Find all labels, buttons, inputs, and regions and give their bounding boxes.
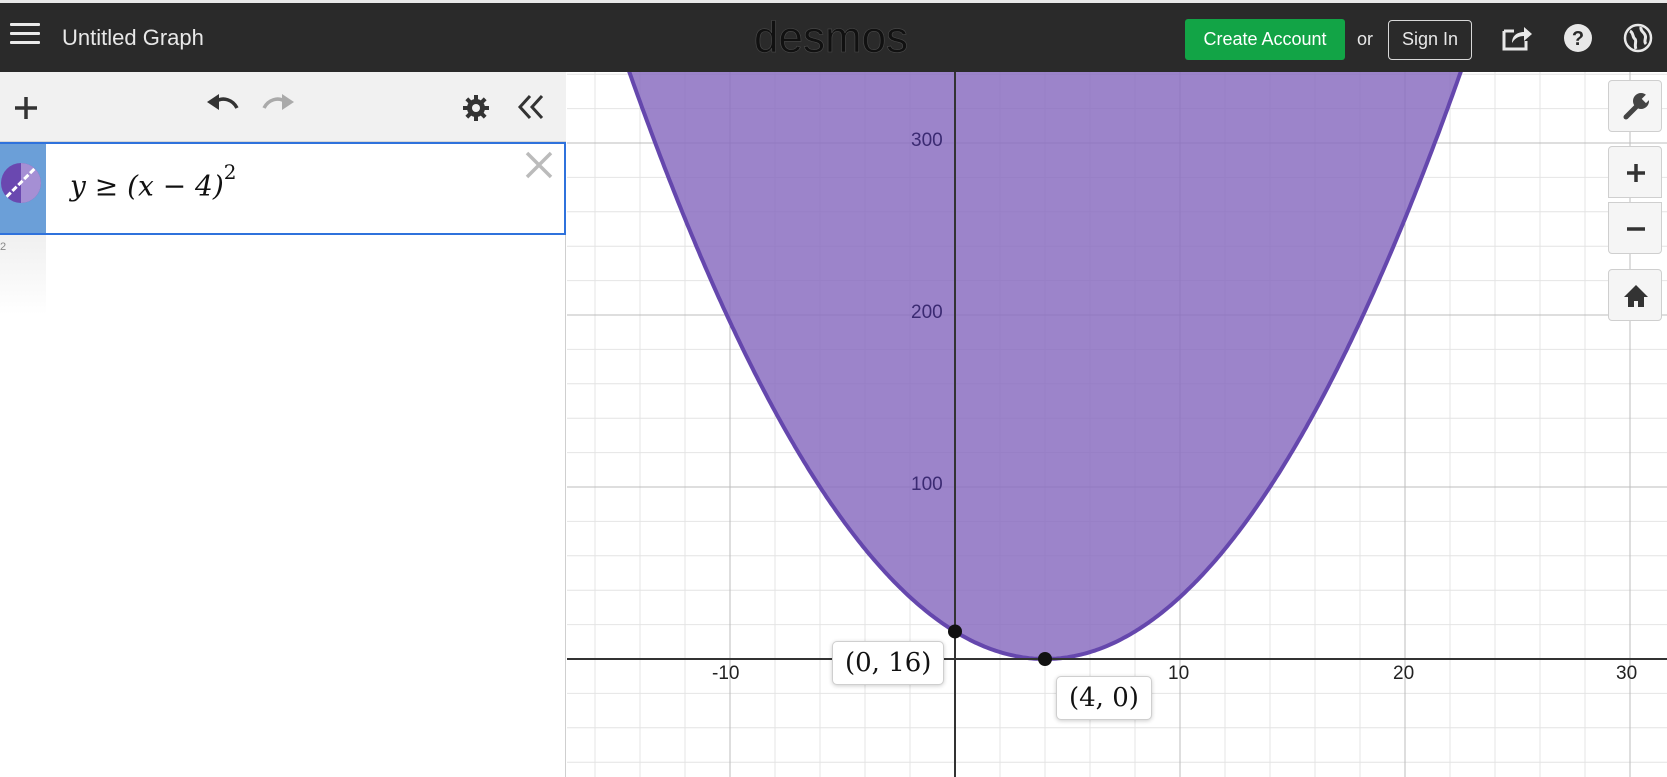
point-vertex [1038,652,1052,666]
y-tick-label: 100 [911,474,943,495]
expression-tab [0,144,46,233]
graph-paper[interactable]: -100102030100200300(0, 16)(4, 0) [567,72,1667,777]
add-icon[interactable] [12,94,40,127]
point-label-y-intercept[interactable]: (0, 16) [832,641,945,686]
wrench-icon [1623,93,1652,120]
graph-settings-button[interactable] [1608,80,1662,132]
top-header: Untitled Graph desmos Create Account or … [0,0,1667,72]
graph-title[interactable]: Untitled Graph [62,25,204,51]
x-tick-label: -10 [712,663,740,684]
y-tick-label: 200 [911,302,943,323]
expression-panel: y ≥ (x − 4)2 2 [0,72,566,777]
y-tick-label: 300 [911,130,943,151]
expression-row[interactable]: y ≥ (x − 4)2 [0,142,566,235]
desmos-logo: desmos [754,13,909,63]
home-button[interactable] [1608,269,1662,321]
home-icon [1624,285,1648,307]
zoom-out-icon [1627,227,1645,231]
zoom-out-button[interactable] [1608,202,1662,254]
hamburger-menu-icon[interactable] [10,23,40,51]
expression-formula[interactable]: y ≥ (x − 4)2 [70,160,237,203]
x-tick-label: 10 [1168,663,1190,684]
x-tick-label: 20 [1393,663,1415,684]
share-icon[interactable] [1500,21,1534,55]
help-icon[interactable]: ? [1561,21,1595,55]
formula-text: y ≥ (x − 4) [70,169,224,203]
delete-expression-icon[interactable] [524,150,554,180]
undo-icon[interactable] [205,92,241,123]
point-y-intercept [948,624,962,639]
zoom-in-icon [1627,164,1645,182]
svg-text:?: ? [1572,28,1584,50]
zoom-in-button[interactable] [1608,146,1662,198]
settings-gear-icon[interactable] [462,94,490,127]
redo-icon[interactable] [260,92,296,123]
language-globe-icon[interactable] [1621,21,1655,55]
or-text: or [1357,29,1374,49]
collapse-chevrons-icon[interactable] [516,92,546,127]
x-tick-label: 30 [1616,663,1638,684]
sign-in-button[interactable]: Sign In [1388,20,1472,60]
color-swatch-icon[interactable] [1,163,41,203]
create-account-button[interactable]: Create Account [1185,19,1345,60]
formula-exponent: 2 [223,160,237,184]
expression-toolbar [0,72,566,142]
desmos-app: Untitled Graph desmos Create Account or … [0,0,1667,777]
point-label-vertex[interactable]: (4, 0) [1056,676,1152,720]
next-expression-index[interactable]: 2 [0,235,46,315]
